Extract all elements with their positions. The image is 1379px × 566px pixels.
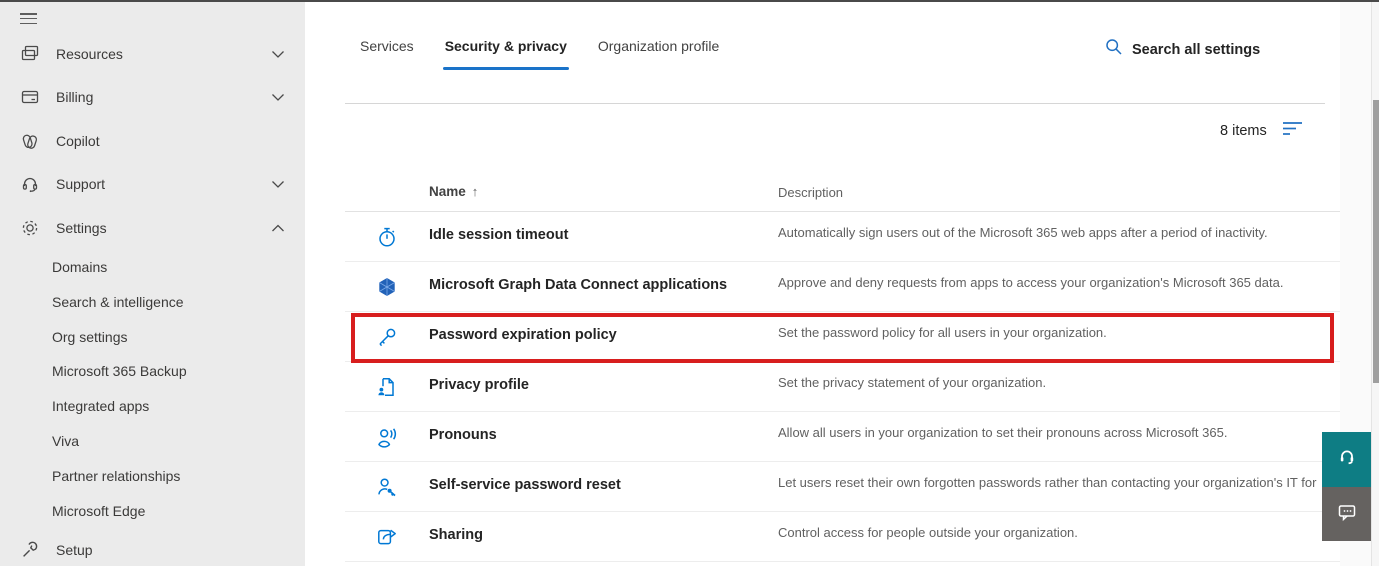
privacy-profile-icon	[375, 375, 399, 399]
sidebar-item-support[interactable]: Support	[20, 169, 285, 199]
sidebar-item-partner-relationships[interactable]: Partner relationships	[52, 462, 282, 490]
hamburger-icon[interactable]	[20, 13, 37, 25]
search-all-settings-button[interactable]: Search all settings	[1105, 38, 1260, 61]
sidebar-item-settings[interactable]: Settings	[20, 213, 285, 243]
sidebar-item-integrated-apps[interactable]: Integrated apps	[52, 392, 282, 420]
tab-label: Services	[360, 38, 414, 54]
sidebar-item-label: Resources	[56, 46, 123, 62]
table-row-idle-session-timeout[interactable]: Idle session timeout Automatically sign …	[345, 212, 1345, 262]
sidebar-sub-label: Microsoft 365 Backup	[52, 363, 187, 379]
column-name-label: Name	[429, 184, 466, 199]
table-row-graph-data-connect[interactable]: Microsoft Graph Data Connect application…	[345, 262, 1345, 312]
sidebar-item-copilot[interactable]: Copilot	[20, 126, 285, 156]
setting-name[interactable]: Password expiration policy	[429, 327, 617, 343]
setting-description: Allow all users in your organization to …	[778, 425, 1228, 440]
sort-ascending-icon: ↑	[471, 184, 479, 199]
sidebar-item-label: Billing	[56, 89, 94, 105]
chevron-down-icon[interactable]	[271, 180, 285, 189]
setting-name[interactable]: Microsoft Graph Data Connect application…	[429, 277, 727, 293]
resources-icon	[20, 44, 40, 64]
chevron-up-icon[interactable]	[271, 224, 285, 233]
setting-description: Automatically sign users out of the Micr…	[778, 225, 1268, 240]
column-header-description[interactable]: Description	[778, 185, 843, 200]
sidebar-sub-label: Viva	[52, 433, 79, 449]
tab-organization-profile[interactable]: Organization profile	[598, 30, 719, 68]
setting-description: Set the password policy for all users in…	[778, 325, 1107, 340]
search-icon	[1105, 38, 1123, 61]
setting-name[interactable]: Privacy profile	[429, 377, 529, 393]
wrench-icon	[20, 540, 40, 560]
sidebar-item-label: Support	[56, 176, 106, 192]
chevron-down-icon[interactable]	[271, 93, 285, 102]
key-icon	[375, 325, 399, 349]
copilot-icon	[20, 131, 40, 151]
sidebar-item-label: Setup	[56, 542, 93, 558]
setting-description: Control access for people outside your o…	[778, 525, 1078, 540]
window-top-border	[0, 0, 1379, 2]
vertical-scrollbar-track[interactable]	[1371, 0, 1379, 566]
graph-icon	[375, 275, 399, 299]
sidebar-sub-label: Partner relationships	[52, 468, 181, 484]
stopwatch-icon	[375, 225, 399, 249]
table-row-privacy-profile[interactable]: Privacy profile Set the privacy statemen…	[345, 362, 1345, 412]
setting-name[interactable]: Self-service password reset	[429, 477, 621, 493]
sidebar-sub-label: Microsoft Edge	[52, 503, 146, 519]
search-all-settings-label: Search all settings	[1132, 41, 1261, 58]
setting-name[interactable]: Idle session timeout	[429, 227, 568, 243]
sidebar: Resources Billing Copilot Support Settin…	[0, 0, 305, 566]
divider	[345, 103, 1325, 104]
sidebar-sub-label: Org settings	[52, 329, 128, 345]
sidebar-item-microsoft-365-backup[interactable]: Microsoft 365 Backup	[52, 357, 282, 385]
chat-icon	[1337, 502, 1357, 527]
tab-bar: Services Security & privacy Organization…	[360, 30, 719, 70]
sidebar-item-search-intelligence[interactable]: Search & intelligence	[52, 288, 282, 316]
settings-table: Idle session timeout Automatically sign …	[345, 212, 1345, 562]
sidebar-item-viva[interactable]: Viva	[52, 427, 282, 455]
headset-icon	[1337, 447, 1357, 472]
main-content: Services Security & privacy Organization…	[305, 0, 1345, 566]
tab-security-privacy[interactable]: Security & privacy	[442, 30, 570, 70]
sidebar-sub-label: Domains	[52, 259, 108, 275]
item-count: 8 items	[1220, 123, 1267, 139]
item-count-bar: 8 items	[1220, 121, 1303, 141]
support-icon	[20, 174, 40, 194]
table-row-password-expiration-policy[interactable]: Password expiration policy Set the passw…	[345, 312, 1345, 362]
setting-description: Let users reset their own forgotten pass…	[778, 475, 1317, 490]
tab-services[interactable]: Services	[360, 30, 414, 68]
setting-name[interactable]: Sharing	[429, 527, 483, 543]
share-icon	[375, 525, 399, 549]
sidebar-item-setup[interactable]: Setup	[20, 535, 285, 565]
chevron-down-icon[interactable]	[271, 50, 285, 59]
table-row-pronouns[interactable]: Pronouns Allow all users in your organiz…	[345, 412, 1345, 462]
gear-icon	[20, 218, 40, 238]
setting-description: Set the privacy statement of your organi…	[778, 375, 1047, 390]
sidebar-item-domains[interactable]: Domains	[52, 253, 282, 281]
sidebar-item-label: Settings	[56, 220, 107, 236]
sidebar-item-org-settings[interactable]: Org settings	[52, 323, 282, 351]
table-row-sharing[interactable]: Sharing Control access for people outsid…	[345, 512, 1345, 562]
help-button[interactable]	[1322, 432, 1371, 487]
table-header: Name ↑ Description	[345, 180, 1345, 212]
sidebar-item-resources[interactable]: Resources	[20, 39, 285, 69]
tab-label: Organization profile	[597, 38, 720, 54]
feedback-button[interactable]	[1322, 487, 1371, 541]
pronouns-icon	[375, 425, 399, 449]
billing-icon	[20, 87, 40, 107]
vertical-scrollbar-thumb[interactable]	[1373, 100, 1379, 383]
column-header-name[interactable]: Name ↑	[429, 184, 478, 199]
tab-label: Security & privacy	[444, 38, 567, 54]
sidebar-sub-label: Search & intelligence	[52, 294, 184, 310]
sidebar-item-microsoft-edge[interactable]: Microsoft Edge	[52, 497, 282, 525]
filter-icon[interactable]	[1282, 121, 1303, 141]
setting-description: Approve and deny requests from apps to a…	[778, 275, 1284, 290]
sidebar-item-label: Copilot	[56, 133, 100, 149]
person-key-icon	[375, 475, 399, 499]
sidebar-item-billing[interactable]: Billing	[20, 82, 285, 112]
table-row-self-service-password-reset[interactable]: Self-service password reset Let users re…	[345, 462, 1345, 512]
sidebar-sub-label: Integrated apps	[52, 398, 150, 414]
setting-name[interactable]: Pronouns	[429, 427, 497, 443]
